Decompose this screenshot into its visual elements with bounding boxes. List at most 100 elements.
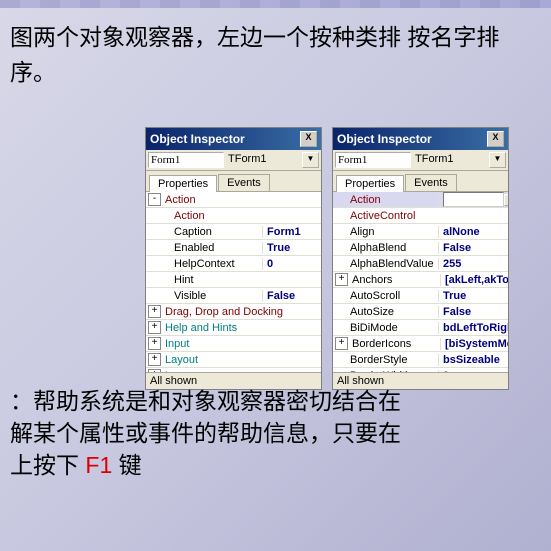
property-value[interactable]: 0 [438, 370, 508, 373]
tab-bar: Properties Events [333, 171, 508, 192]
property-name: BorderStyle [348, 354, 438, 366]
property-row[interactable]: AlphaBlendValue255 [333, 256, 508, 272]
object-name-input[interactable] [148, 152, 224, 168]
property-row[interactable]: Action ▼ [333, 192, 508, 208]
object-name-input[interactable] [335, 152, 411, 168]
object-type-label: TForm1 [224, 152, 302, 168]
property-row[interactable]: +Legacy [146, 368, 321, 372]
expand-icon[interactable]: + [148, 369, 161, 372]
property-row[interactable]: VisibleFalse [146, 288, 321, 304]
property-name: AlphaBlendValue [348, 258, 438, 270]
tab-events[interactable]: Events [218, 174, 270, 191]
window-title: Object Inspector [337, 132, 432, 146]
property-row[interactable]: BiDiModebdLeftToRight [333, 320, 508, 336]
property-row[interactable]: +Help and Hints [146, 320, 321, 336]
property-value[interactable]: False [438, 306, 508, 318]
property-value[interactable]: False [262, 290, 321, 302]
property-name: Align [348, 226, 438, 238]
collapse-icon[interactable]: - [148, 193, 161, 206]
chevron-down-icon[interactable]: ▼ [302, 152, 319, 168]
property-row[interactable]: -Action [146, 192, 321, 208]
property-name: Input [163, 338, 321, 350]
property-row[interactable]: ActiveControl [333, 208, 508, 224]
expand-icon[interactable]: + [335, 273, 348, 286]
tab-bar: Properties Events [146, 171, 321, 192]
property-name: HelpContext [172, 258, 262, 270]
property-grid-right[interactable]: Action▼ActiveControlAlignalNoneAlphaBlen… [333, 192, 508, 372]
expand-icon[interactable]: + [148, 321, 161, 334]
expand-icon[interactable]: + [335, 337, 348, 350]
property-name: AlphaBlend [348, 242, 438, 254]
property-row[interactable]: Hint [146, 272, 321, 288]
property-value[interactable]: ▼ [438, 192, 508, 207]
property-value[interactable]: 0 [262, 258, 321, 270]
tab-properties[interactable]: Properties [336, 175, 404, 192]
property-name: Action [163, 194, 253, 206]
property-value[interactable]: True [438, 290, 508, 302]
description-text-top: 图两个对象观察器，左边一个按种类排 按名字排序。 [10, 20, 541, 89]
property-row[interactable]: AlignalNone [333, 224, 508, 240]
property-row[interactable]: BorderWidth0 [333, 368, 508, 372]
close-icon[interactable]: X [487, 131, 504, 147]
property-name: Visible [172, 290, 262, 302]
object-selector[interactable]: TForm1 ▼ [333, 150, 508, 171]
f1-key-text: F1 [85, 452, 112, 478]
property-value[interactable]: True [262, 242, 321, 254]
expand-icon[interactable]: + [148, 337, 161, 350]
object-type-label: TForm1 [411, 152, 489, 168]
property-row[interactable]: +Input [146, 336, 321, 352]
property-row[interactable]: +Layout [146, 352, 321, 368]
property-name: BiDiMode [348, 322, 438, 334]
property-name: Anchors [350, 274, 440, 286]
property-name: ActiveControl [348, 210, 438, 222]
titlebar[interactable]: Object Inspector X [146, 128, 321, 150]
property-name: Action [348, 194, 438, 206]
property-row[interactable]: AutoScrollTrue [333, 288, 508, 304]
property-row[interactable]: AutoSizeFalse [333, 304, 508, 320]
property-row[interactable]: BorderStylebsSizeable [333, 352, 508, 368]
object-selector[interactable]: TForm1 ▼ [146, 150, 321, 171]
expand-icon[interactable]: + [148, 305, 161, 318]
property-name: AutoScroll [348, 290, 438, 302]
property-value[interactable]: alNone [438, 226, 508, 238]
property-name: BorderIcons [350, 338, 440, 350]
property-name: Drag, Drop and Docking [163, 306, 321, 318]
property-name: BorderWidth [348, 370, 438, 373]
property-value[interactable]: bdLeftToRight [438, 322, 508, 334]
property-name: Hint [172, 274, 262, 286]
property-name: Action [172, 210, 262, 222]
property-value[interactable]: 255 [438, 258, 508, 270]
tab-events[interactable]: Events [405, 174, 457, 191]
description-text-bottom: ：帮助系统是和对象观察器密切结合在 解某个属性或事件的帮助信息，只要在 上按下 … [10, 385, 541, 482]
window-title: Object Inspector [150, 132, 245, 146]
object-inspector-right: Object Inspector X TForm1 ▼ Properties E… [332, 127, 509, 390]
property-name: Enabled [172, 242, 262, 254]
property-row[interactable]: HelpContext0 [146, 256, 321, 272]
property-value[interactable]: Form1 [262, 226, 321, 238]
property-row[interactable]: AlphaBlendFalse [333, 240, 508, 256]
property-row[interactable]: +Drag, Drop and Docking [146, 304, 321, 320]
property-value[interactable]: [akLeft,akTop] [440, 274, 508, 286]
titlebar[interactable]: Object Inspector X [333, 128, 508, 150]
close-icon[interactable]: X [300, 131, 317, 147]
property-row[interactable]: Action [146, 208, 321, 224]
property-row[interactable]: EnabledTrue [146, 240, 321, 256]
expand-icon[interactable]: + [148, 353, 161, 366]
object-inspector-left: Object Inspector X TForm1 ▼ Properties E… [145, 127, 322, 390]
value-input[interactable] [443, 192, 504, 207]
property-name: Layout [163, 354, 321, 366]
property-grid-left[interactable]: -ActionActionCaptionForm1EnabledTrueHelp… [146, 192, 321, 372]
chevron-down-icon[interactable]: ▼ [489, 152, 506, 168]
property-value[interactable]: False [438, 242, 508, 254]
tab-properties[interactable]: Properties [149, 175, 217, 192]
property-name: Legacy [163, 370, 321, 373]
property-name: Caption [172, 226, 262, 238]
property-name: Help and Hints [163, 322, 321, 334]
property-value[interactable]: bsSizeable [438, 354, 508, 366]
property-row[interactable]: +Anchors[akLeft,akTop] [333, 272, 508, 288]
property-row[interactable]: +BorderIcons[biSystemMenu [333, 336, 508, 352]
property-value[interactable]: [biSystemMenu [440, 338, 508, 350]
property-name: AutoSize [348, 306, 438, 318]
chevron-down-icon[interactable]: ▼ [504, 194, 508, 206]
property-row[interactable]: CaptionForm1 [146, 224, 321, 240]
